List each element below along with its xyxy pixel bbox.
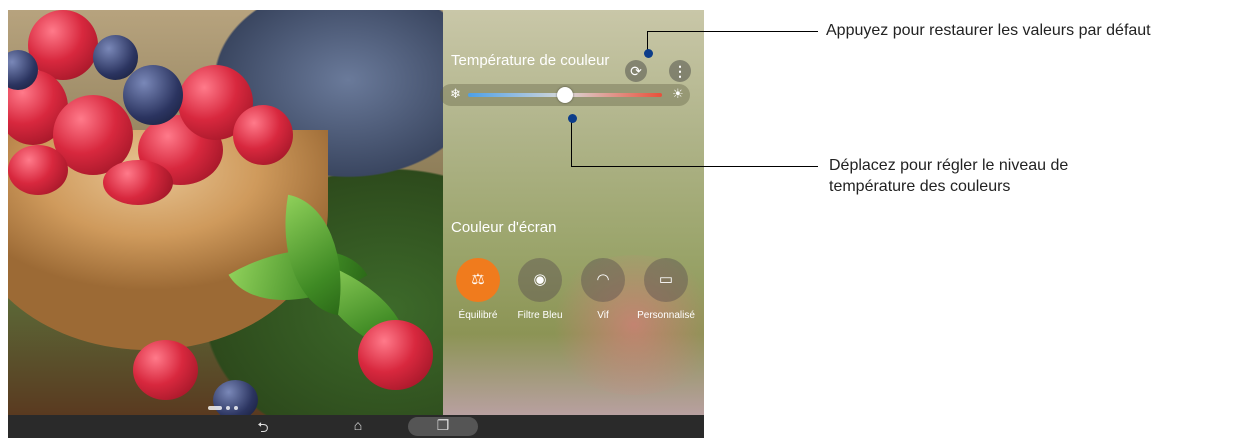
recents-button[interactable]: ❐: [408, 417, 478, 436]
callout-restore-text: Appuyez pour restaurer les valeurs par d…: [826, 22, 1151, 39]
color-temperature-title: Température de couleur: [451, 52, 610, 69]
blueberry: [93, 35, 138, 80]
mode-label: Filtre Bleu: [517, 310, 563, 321]
page-indicator: [208, 397, 242, 415]
blueberry: [123, 65, 183, 125]
more-vert-icon[interactable]: ⋮: [669, 60, 691, 82]
mode-label: Équilibré: [458, 310, 498, 321]
raspberry: [103, 160, 173, 205]
navigation-bar: ⮌ ⌂ ❐: [8, 415, 704, 438]
callout-slider-text-line2: température des couleurs: [829, 178, 1011, 195]
raspberry: [133, 340, 198, 400]
mode-label: Personnalisé: [637, 310, 695, 321]
panel-background: [443, 10, 704, 415]
mode-blue-filter[interactable]: ◉ Filtre Bleu: [505, 258, 575, 321]
back-icon[interactable]: ⮌: [248, 417, 278, 438]
refresh-icon[interactable]: ⟳: [625, 60, 647, 82]
recents-icon: ❐: [436, 417, 450, 433]
home-icon[interactable]: ⌂: [343, 417, 373, 433]
raspberry: [8, 145, 68, 195]
mode-custom[interactable]: ▭ Personnalisé: [631, 258, 701, 321]
color-temperature-slider[interactable]: ❄ ☀: [440, 84, 690, 106]
page-dot: [208, 406, 222, 410]
screen-color-title: Couleur d'écran: [451, 219, 557, 236]
slider-thumb[interactable]: [557, 87, 573, 103]
balance-icon: ⚖: [456, 258, 500, 302]
page-dot: [234, 406, 238, 410]
callout-line-restore-horizontal: [647, 31, 818, 32]
callout-dot-slider: [568, 114, 577, 123]
page-dot: [226, 406, 230, 410]
mode-balanced[interactable]: ⚖ Équilibré: [443, 258, 513, 321]
callout-line-slider-horizontal: [571, 166, 818, 167]
rainbow-icon: ◠: [581, 258, 625, 302]
wallpaper-photo: [8, 10, 443, 415]
sun-icon: ☀: [672, 86, 684, 101]
snowflake-icon: ❄: [450, 86, 461, 101]
eye-shield-icon: ◉: [518, 258, 562, 302]
callout-slider-text-line1: Déplacez pour régler le niveau de: [829, 157, 1069, 174]
raspberry: [358, 320, 433, 390]
callout-line-slider-vertical: [571, 118, 572, 166]
mode-label: Vif: [597, 310, 609, 321]
callout-dot-restore: [644, 49, 653, 58]
raspberry: [233, 105, 293, 165]
mode-vivid[interactable]: ◠ Vif: [568, 258, 638, 321]
custom-screen-icon: ▭: [644, 258, 688, 302]
tablet-screenshot: ⮌ ⌂ ❐: [8, 10, 704, 438]
